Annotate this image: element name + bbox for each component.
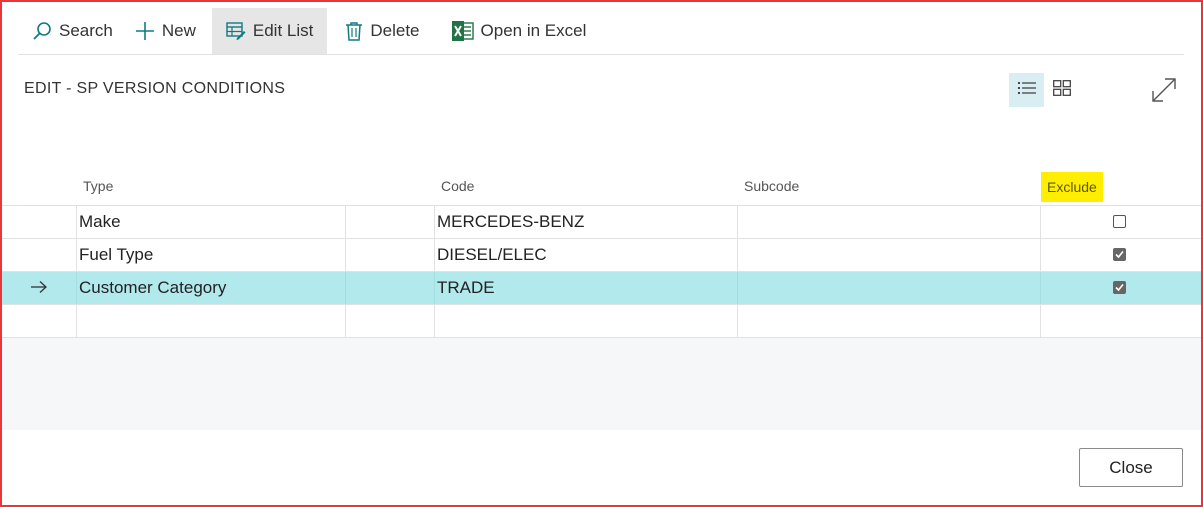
excel-icon <box>451 21 474 41</box>
code-cell[interactable]: MERCEDES-BENZ <box>434 206 584 238</box>
trash-icon <box>345 21 363 41</box>
table-header: Type Code Subcode Exclude <box>2 170 1201 206</box>
delete-button[interactable]: Delete <box>327 8 433 54</box>
exclude-checkbox[interactable] <box>1113 281 1126 294</box>
expand-button[interactable] <box>1146 74 1182 110</box>
tile-view-icon <box>1052 79 1071 101</box>
action-toolbar: Search New Edit List Delete Open in Exce… <box>18 8 1184 55</box>
subcode-cell[interactable] <box>737 239 740 271</box>
close-button[interactable]: Close <box>1079 448 1183 487</box>
type-cell[interactable]: Customer Category <box>76 272 226 304</box>
expand-icon <box>1150 76 1178 109</box>
table-row-empty[interactable] <box>2 305 1201 338</box>
type-cell[interactable] <box>76 305 79 337</box>
open-in-excel-button[interactable]: Open in Excel <box>434 8 601 54</box>
subcode-cell[interactable] <box>737 305 740 337</box>
row-indicator-arrow-icon <box>30 280 48 299</box>
open-in-excel-label: Open in Excel <box>480 21 587 40</box>
type-cell[interactable]: Fuel Type <box>76 239 153 271</box>
check-icon <box>1115 283 1124 292</box>
plus-icon <box>135 21 155 41</box>
page-title: EDIT - SP VERSION CONDITIONS <box>24 80 286 97</box>
code-cell[interactable]: DIESEL/ELEC <box>434 239 547 271</box>
check-icon <box>1115 250 1124 259</box>
subcode-cell[interactable] <box>737 206 740 238</box>
table-row-selected[interactable]: Customer Category TRADE <box>2 272 1201 305</box>
search-label: Search <box>59 21 113 40</box>
edit-list-button[interactable]: Edit List <box>211 8 328 54</box>
code-cell[interactable] <box>434 305 437 337</box>
table-row[interactable]: Fuel Type DIESEL/ELEC <box>2 239 1201 272</box>
empty-list-area <box>2 338 1201 430</box>
new-button[interactable]: New <box>127 8 210 54</box>
search-button[interactable]: Search <box>18 8 127 54</box>
column-header-subcode[interactable]: Subcode <box>744 178 799 194</box>
type-cell[interactable]: Make <box>76 206 121 238</box>
search-icon <box>32 21 52 41</box>
conditions-table: Type Code Subcode Exclude Make MERCEDES-… <box>2 170 1201 338</box>
exclude-checkbox[interactable] <box>1113 248 1126 261</box>
table-row[interactable]: Make MERCEDES-BENZ <box>2 206 1201 239</box>
column-header-exclude[interactable]: Exclude <box>1041 172 1103 202</box>
list-view-icon <box>1017 81 1036 100</box>
code-cell[interactable]: TRADE <box>434 272 495 304</box>
new-label: New <box>161 21 196 40</box>
edit-list-label: Edit List <box>252 21 314 40</box>
tile-view-button[interactable] <box>1044 73 1079 107</box>
list-view-button[interactable] <box>1009 73 1044 107</box>
subcode-cell[interactable] <box>737 272 740 304</box>
delete-label: Delete <box>370 21 420 40</box>
edit-list-icon <box>226 22 246 40</box>
exclude-checkbox[interactable] <box>1113 215 1126 228</box>
column-header-type[interactable]: Type <box>83 178 113 194</box>
column-header-code[interactable]: Code <box>441 178 474 194</box>
